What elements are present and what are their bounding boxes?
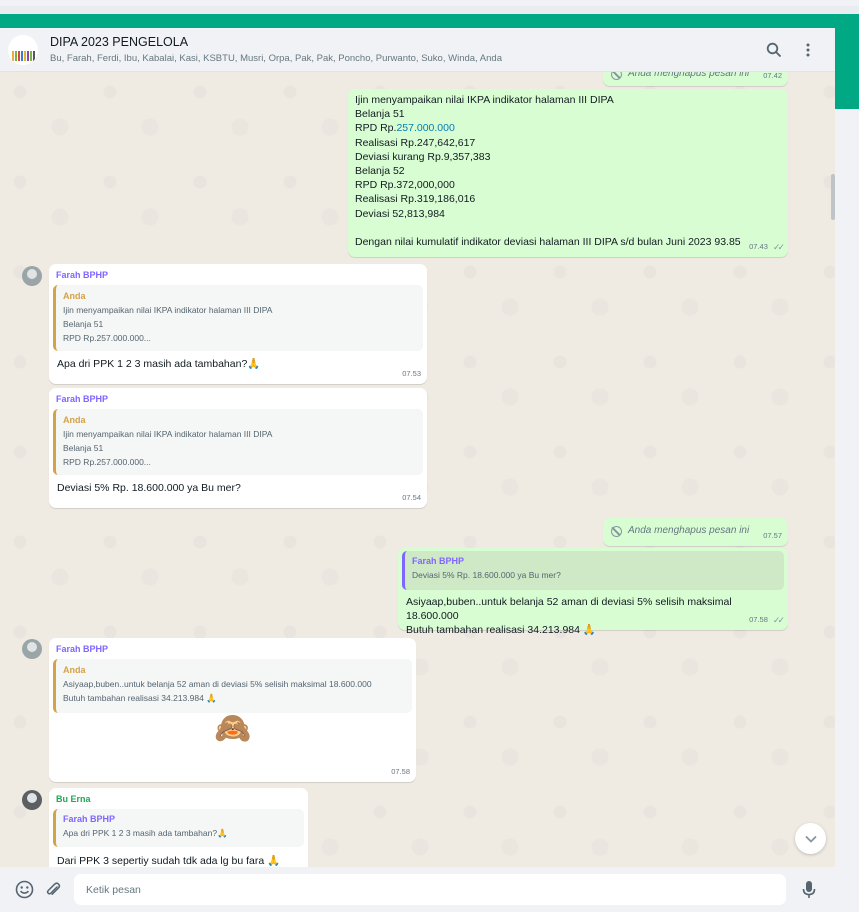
microphone-icon[interactable] xyxy=(796,877,822,903)
message-time: 07.43 xyxy=(749,241,768,251)
message-line: Asiyaap,buben..untuk belanja 52 aman di … xyxy=(406,596,732,623)
scroll-down-button[interactable] xyxy=(795,823,826,854)
phone-link[interactable]: 257.000.000 xyxy=(396,122,454,134)
avatar[interactable] xyxy=(22,790,42,810)
quoted-line: Belanja 51 xyxy=(63,443,104,453)
incoming-message[interactable]: Farah BPHP Anda Ijin menyampaikan nilai … xyxy=(49,388,427,508)
quoted-sender: Anda xyxy=(63,415,86,425)
outgoing-message[interactable]: Ijin menyampaikan nilai IKPA indikator h… xyxy=(348,89,788,257)
quoted-message[interactable]: Anda Ijin menyampaikan nilai IKPA indika… xyxy=(53,409,423,475)
message-time: 07.58 xyxy=(391,766,410,776)
sender-name[interactable]: Farah BPHP xyxy=(53,643,412,655)
compose-bar: Ketik pesan xyxy=(0,867,835,912)
sender-name[interactable]: Bu Erna xyxy=(53,793,304,805)
quoted-line: Ijin menyampaikan nilai IKPA indikator h… xyxy=(63,429,273,439)
message-line: Deviasi kurang Rp.9,357,383 xyxy=(355,150,491,163)
participants-list: Bu, Farah, Ferdi, Ibu, Kabalai, Kasi, KS… xyxy=(50,52,502,64)
input-placeholder: Ketik pesan xyxy=(86,883,141,896)
kebab-menu-icon[interactable] xyxy=(791,33,825,67)
sender-name[interactable]: Farah BPHP xyxy=(53,269,423,281)
deleted-icon xyxy=(611,525,622,537)
avatar[interactable] xyxy=(22,266,42,286)
quoted-sender: Farah BPHP xyxy=(412,556,465,566)
message-line: Belanja 52 xyxy=(355,165,405,178)
chat-header[interactable]: DIPA 2023 PENGELOLA Bu, Farah, Ferdi, Ib… xyxy=(0,28,835,72)
incoming-message[interactable]: Farah BPHP Anda Asiyaap,buben..untuk bel… xyxy=(49,638,416,782)
quoted-line: Ijin menyampaikan nilai IKPA indikator h… xyxy=(63,305,273,315)
message-line: Realisasi Rp.247,642,617 xyxy=(355,136,476,149)
outgoing-message[interactable]: Farah BPHP Deviasi 5% Rp. 18.600.000 ya … xyxy=(398,548,788,636)
message-time: 07.57 xyxy=(763,530,782,540)
quoted-line: RPD Rp.257.000.000... xyxy=(63,457,151,467)
deleted-message[interactable]: Anda menghapus pesan ini 07.57 xyxy=(603,518,788,546)
quoted-line: RPD Rp.257.000.000... xyxy=(63,333,151,343)
quoted-message[interactable]: Farah BPHP Apa dri PPK 1 2 3 masih ada t… xyxy=(53,809,304,847)
incoming-message[interactable]: Bu Erna Farah BPHP Apa dri PPK 1 2 3 mas… xyxy=(49,788,308,867)
message-time: 07.54 xyxy=(402,492,421,502)
quoted-sender: Farah BPHP xyxy=(63,814,116,824)
deleted-message[interactable]: Anda menghapus pesan ini 07.42 xyxy=(603,72,788,86)
message-line: Butuh tambahan realisasi 34.213.984 🙏 xyxy=(406,624,596,637)
message-time: 07.42 xyxy=(763,72,782,80)
paperclip-icon[interactable] xyxy=(40,877,66,903)
emoji-icon[interactable] xyxy=(11,877,37,903)
message-list[interactable]: Anda menghapus pesan ini 07.42 Ijin meny… xyxy=(0,72,835,867)
chat-scrollbar-thumb[interactable] xyxy=(831,174,835,220)
sender-name[interactable]: Farah BPHP xyxy=(53,393,423,405)
message-line: Dengan nilai kumulatif indikator deviasi… xyxy=(355,235,741,248)
deleted-icon xyxy=(611,72,622,80)
page-scroll-track[interactable] xyxy=(835,109,859,912)
chevron-down-icon xyxy=(804,835,817,843)
browser-top-band xyxy=(0,0,859,14)
search-icon[interactable] xyxy=(757,33,791,67)
read-ticks-icon: ✓✓ xyxy=(772,614,785,625)
deleted-text: Anda menghapus pesan ini xyxy=(628,72,750,79)
quoted-sender: Anda xyxy=(63,291,86,301)
quoted-message[interactable]: Anda Ijin menyampaikan nilai IKPA indika… xyxy=(53,285,423,351)
message-line: Belanja 51 xyxy=(355,108,405,121)
group-avatar[interactable] xyxy=(8,34,38,65)
message-line: RPD Rp.257.000.000 xyxy=(355,122,455,135)
avatar[interactable] xyxy=(22,639,42,659)
message-text: Deviasi 5% Rp. 18.600.000 ya Bu mer? xyxy=(57,482,241,494)
message-line: Ijin menyampaikan nilai IKPA indikator h… xyxy=(355,94,614,106)
message-time: 07.53 xyxy=(402,368,421,378)
chat-title[interactable]: DIPA 2023 PENGELOLA xyxy=(50,35,757,50)
message-line: Realisasi Rp.319,186,016 xyxy=(355,193,476,206)
quoted-message[interactable]: Farah BPHP Deviasi 5% Rp. 18.600.000 ya … xyxy=(402,551,784,590)
incoming-message[interactable]: Farah BPHP Anda Ijin menyampaikan nilai … xyxy=(49,264,427,384)
message-input[interactable]: Ketik pesan xyxy=(74,874,786,905)
quoted-message[interactable]: Anda Asiyaap,buben..untuk belanja 52 ama… xyxy=(53,659,412,713)
read-ticks-icon: ✓✓ xyxy=(772,241,785,252)
quoted-line: Butuh tambahan realisasi 34.213.984 🙏 xyxy=(63,693,217,703)
quoted-line: Apa dri PPK 1 2 3 masih ada tambahan?🙏 xyxy=(63,828,228,838)
quoted-line: Asiyaap,buben..untuk belanja 52 aman di … xyxy=(63,679,372,689)
chat-window: DIPA 2023 PENGELOLA Bu, Farah, Ferdi, Ib… xyxy=(0,28,835,912)
message-line: RPD Rp.372,000,000 xyxy=(355,179,455,192)
see-no-evil-monkey-sticker[interactable]: 🙈 xyxy=(214,713,251,743)
message-text: Dari PPK 3 sepertiy sudah tdk ada lg bu … xyxy=(57,855,281,867)
deleted-text: Anda menghapus pesan ini xyxy=(628,525,750,536)
quoted-line: Belanja 51 xyxy=(63,319,104,329)
message-time: 07.58 xyxy=(749,614,768,624)
quoted-sender: Anda xyxy=(63,665,86,675)
message-line: Deviasi 52,813,984 xyxy=(355,207,445,220)
message-text: Apa dri PPK 1 2 3 masih ada tambahan?🙏 xyxy=(57,358,261,370)
quoted-line: Deviasi 5% Rp. 18.600.000 ya Bu mer? xyxy=(412,570,561,580)
